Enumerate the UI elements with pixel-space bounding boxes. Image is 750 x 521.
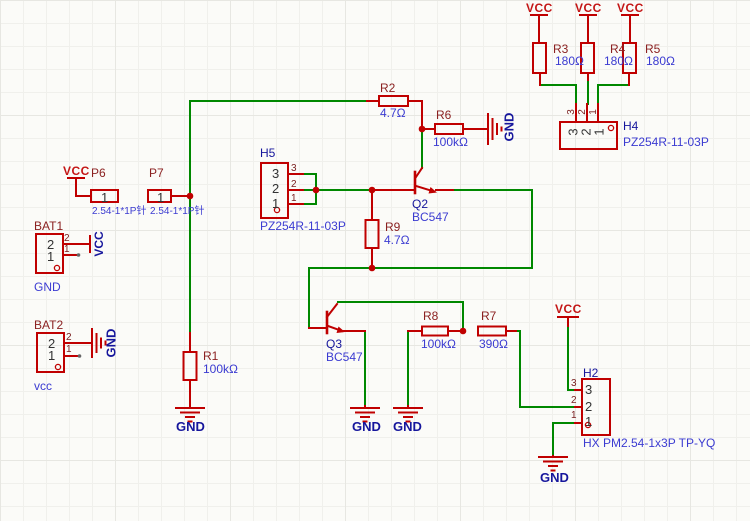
vcc-label[interactable]: VCC	[617, 2, 644, 14]
resistor-r9[interactable]	[364, 219, 380, 249]
gnd-flag-r6-rotated	[487, 113, 503, 145]
vcc-flag-h2	[557, 316, 579, 327]
q2-designator[interactable]: Q2	[412, 198, 428, 210]
resistor-r1[interactable]	[182, 351, 198, 381]
r9-value[interactable]: 4.7Ω	[384, 234, 410, 246]
p7-value[interactable]: 2.54-1*1P针	[150, 207, 204, 217]
vcc-flag-p6	[67, 177, 92, 197]
h5-designator[interactable]: H5	[260, 147, 275, 159]
resistor-r8[interactable]	[421, 325, 449, 337]
bat2-pin-number-1: 1	[66, 344, 72, 355]
p6-pin-name-1: 1	[101, 190, 109, 205]
bat1-pin-number-1: 1	[64, 244, 70, 255]
r8-value[interactable]: 100kΩ	[421, 338, 456, 350]
h5-pin-number-1: 1	[291, 193, 297, 204]
r2-value[interactable]: 4.7Ω	[380, 107, 406, 119]
gnd-label[interactable]: GND	[352, 420, 381, 433]
vcc-label-rotated[interactable]: VCC	[92, 231, 106, 256]
r4-value[interactable]: 180Ω	[604, 55, 633, 67]
q3-value[interactable]: BC547	[326, 351, 363, 363]
h4-value[interactable]: PZ254R-11-03P	[623, 136, 709, 148]
vcc-flag-r3	[530, 14, 548, 44]
h2-designator[interactable]: H2	[583, 367, 598, 379]
r6-value[interactable]: 100kΩ	[433, 136, 468, 148]
r7-value[interactable]: 390Ω	[479, 338, 508, 350]
q3-designator[interactable]: Q3	[326, 338, 342, 350]
h5-value[interactable]: PZ254R-11-03P	[260, 220, 346, 232]
vcc-label[interactable]: VCC	[575, 2, 602, 14]
h5-pin-number-2: 2	[291, 179, 297, 190]
bat1-pin-number-2: 2	[64, 233, 70, 244]
gnd-label[interactable]: GND	[540, 471, 569, 484]
resistor-r2[interactable]	[378, 95, 409, 107]
h5-pin-name-2: 2	[272, 181, 280, 196]
bat2-pin-name-1: 1	[48, 348, 56, 363]
resistor-r3[interactable]	[532, 42, 547, 74]
pin1-markers	[53, 124, 615, 429]
vcc-label[interactable]: VCC	[555, 303, 582, 315]
resistor-r7[interactable]	[477, 325, 507, 337]
bat2-value[interactable]: vcc	[34, 380, 52, 392]
p7-designator[interactable]: P7	[149, 167, 164, 179]
connector-bodies	[35, 121, 618, 436]
r6-designator[interactable]: R6	[436, 109, 451, 121]
p6-value[interactable]: 2.54-1*1P针	[92, 207, 146, 217]
wire-net[interactable]	[189, 79, 630, 457]
h2-value[interactable]: HX PM2.54-1x3P TP-YQ	[583, 437, 715, 449]
h5-pin-number-3: 3	[291, 163, 297, 174]
h2-pin-number-1: 1	[571, 410, 577, 421]
gnd-flag-h2	[538, 455, 568, 472]
gnd-label-rotated[interactable]: GND	[104, 329, 119, 358]
bat1-designator[interactable]: BAT1	[34, 220, 63, 232]
transistor-q2[interactable]	[371, 166, 437, 195]
r8-designator[interactable]: R8	[423, 310, 438, 322]
h4-pin-number-1: 1	[588, 109, 599, 115]
gnd-label[interactable]: GND	[393, 420, 422, 433]
r3-value[interactable]: 180Ω	[555, 55, 584, 67]
h2-pin-number-3: 3	[571, 378, 577, 389]
p7-pin-name-1: 1	[157, 190, 165, 205]
bat2-designator[interactable]: BAT2	[34, 319, 63, 331]
gnd-label-rotated[interactable]: GND	[502, 113, 517, 142]
h4-designator[interactable]: H4	[623, 120, 638, 132]
q3-emitter-arrow	[336, 326, 345, 333]
component-pins[interactable]	[62, 72, 630, 424]
vcc-label[interactable]: VCC	[63, 165, 90, 177]
h2-pin-number-2: 2	[571, 395, 577, 406]
h4-pin-number-2: 2	[577, 109, 588, 115]
resistor-r6[interactable]	[434, 123, 464, 135]
h2-pin-name-1: 1	[585, 414, 593, 429]
bat1-value[interactable]: GND	[34, 281, 61, 293]
h4-pin-number-3: 3	[566, 109, 577, 115]
transistor-q3[interactable]	[308, 302, 345, 335]
r9-designator[interactable]: R9	[385, 221, 400, 233]
h5-pin-name-1: 1	[272, 196, 280, 211]
r1-designator[interactable]: R1	[203, 350, 218, 362]
schematic-canvas: VCC VCC VCC VCC VCC VCC GND GND GND GND …	[0, 0, 750, 521]
q2-value[interactable]: BC547	[412, 211, 449, 223]
h4-pin-name-1: 1	[591, 128, 607, 136]
h5-pin-name-3: 3	[272, 166, 280, 181]
vcc-flag-r4	[579, 14, 597, 44]
vcc-label[interactable]: VCC	[526, 2, 553, 14]
h2-pin-name-3: 3	[585, 382, 593, 397]
gnd-label[interactable]: GND	[176, 420, 205, 433]
h2-pin-name-2: 2	[585, 399, 593, 414]
r2-designator[interactable]: R2	[380, 82, 395, 94]
vcc-flag-r5	[621, 14, 639, 44]
r1-value[interactable]: 100kΩ	[203, 363, 238, 375]
p6-designator[interactable]: P6	[91, 167, 106, 179]
r7-designator[interactable]: R7	[481, 310, 496, 322]
r5-value[interactable]: 180Ω	[646, 55, 675, 67]
bat1-pin-name-1: 1	[47, 249, 55, 264]
bat2-pin-number-2: 2	[66, 332, 72, 343]
